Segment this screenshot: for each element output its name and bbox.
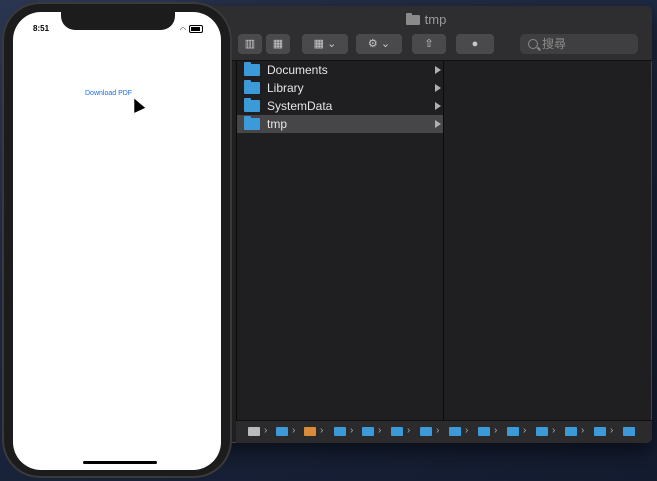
column-view-button[interactable]: ▥: [238, 34, 262, 54]
path-separator: ›: [465, 425, 469, 436]
folder-icon[interactable]: [565, 427, 577, 436]
status-time: 8:51: [33, 24, 50, 33]
path-separator: ›: [523, 425, 527, 436]
path-separator: ›: [378, 425, 382, 436]
path-separator: ›: [407, 425, 411, 436]
mouse-cursor-icon: [128, 96, 146, 113]
item-label: SystemData: [267, 99, 333, 113]
item-label: tmp: [267, 117, 288, 131]
search-placeholder: 搜尋: [542, 37, 567, 51]
folder-icon[interactable]: [449, 427, 461, 436]
iphone-simulator: 8:51 ◠ Download PDF: [2, 2, 232, 478]
folder-icon[interactable]: [334, 427, 346, 436]
folder-icon: [244, 98, 260, 112]
folder-icon[interactable]: [391, 427, 403, 436]
folder-icon[interactable]: [420, 427, 432, 436]
action-gear-button[interactable]: ⚙ ⌄: [356, 34, 402, 54]
folder-icon[interactable]: [536, 427, 548, 436]
path-separator: ›: [350, 425, 354, 436]
item-label: Library: [267, 81, 304, 95]
list-item-library[interactable]: Library: [237, 79, 443, 97]
disclosure-arrow-icon: [435, 102, 441, 110]
folder-icon: [405, 13, 420, 25]
window-title: tmp: [200, 12, 652, 27]
path-bar: › › › › › › › › › › › › ›: [236, 420, 652, 443]
disclosure-arrow-icon: [435, 84, 441, 92]
path-separator: ›: [436, 425, 440, 436]
finder-column: Documents Library SystemData tmp: [236, 61, 444, 421]
home-indicator[interactable]: [83, 461, 157, 464]
phone-notch: [61, 12, 175, 30]
folder-icon[interactable]: [362, 427, 374, 436]
path-separator: ›: [581, 425, 585, 436]
search-field[interactable]: 搜尋: [520, 34, 638, 54]
search-icon: [528, 39, 538, 49]
disclosure-arrow-icon: [435, 120, 441, 128]
path-separator: ›: [292, 425, 296, 436]
item-label: Documents: [267, 63, 328, 77]
wifi-icon: ◠: [179, 27, 186, 34]
finder-window: tmp ▥ ▦ ▦ ⌄ ⚙ ⌄ ⇧ ● 搜尋 Documents Library…: [200, 6, 652, 443]
list-item-tmp[interactable]: tmp: [237, 115, 443, 133]
folder-icon[interactable]: [594, 427, 606, 436]
path-separator: ›: [320, 425, 324, 436]
group-button[interactable]: ▦ ⌄: [302, 34, 348, 54]
folder-icon: [244, 116, 260, 130]
phone-screen: 8:51 ◠ Download PDF: [13, 12, 221, 470]
list-item-documents[interactable]: Documents: [237, 61, 443, 79]
battery-icon: [189, 25, 203, 33]
path-separator: ›: [610, 425, 614, 436]
folder-icon: [244, 62, 260, 76]
path-separator: ›: [552, 425, 556, 436]
tag-button[interactable]: ●: [456, 34, 494, 54]
folder-icon[interactable]: [478, 427, 490, 436]
folder-icon[interactable]: [507, 427, 519, 436]
share-button[interactable]: ⇧: [412, 34, 446, 54]
status-icons: ◠: [180, 25, 203, 34]
list-item-systemdata[interactable]: SystemData: [237, 97, 443, 115]
disclosure-arrow-icon: [435, 66, 441, 74]
folder-icon[interactable]: [276, 427, 288, 436]
gallery-view-button[interactable]: ▦: [266, 34, 290, 54]
path-separator: ›: [494, 425, 498, 436]
home-icon[interactable]: [304, 427, 316, 436]
path-separator: ›: [264, 425, 268, 436]
download-pdf-link[interactable]: Download PDF: [85, 90, 132, 97]
folder-icon: [244, 80, 260, 94]
disk-icon[interactable]: [248, 427, 260, 436]
folder-icon[interactable]: [623, 427, 635, 436]
window-title-text: tmp: [424, 12, 447, 27]
finder-toolbar: tmp ▥ ▦ ▦ ⌄ ⚙ ⌄ ⇧ ● 搜尋: [200, 6, 652, 61]
